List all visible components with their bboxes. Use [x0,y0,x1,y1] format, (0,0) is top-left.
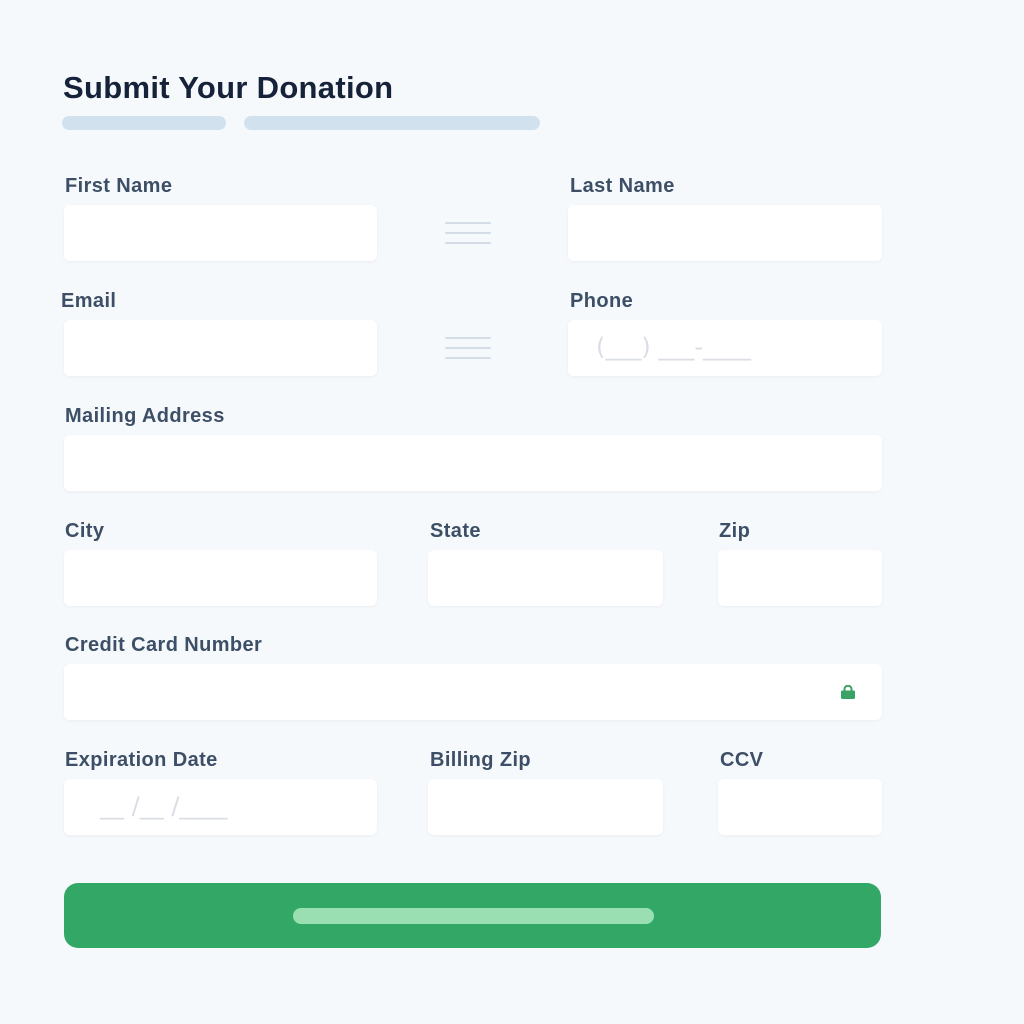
first-name-input[interactable] [64,205,377,261]
separator-lines-icon [445,222,491,244]
separator-lines-icon [445,337,491,359]
credit-card-number-input[interactable] [64,664,882,720]
city-label: City [65,520,105,542]
billing-zip-label: Billing Zip [430,749,532,771]
phone-input[interactable]: (___) ___-____ [568,320,882,376]
button-label-placeholder [293,908,654,924]
mailing-address-input[interactable] [64,435,882,491]
state-input[interactable] [428,550,663,606]
ccv-input[interactable] [718,779,882,835]
phone-label: Phone [570,290,634,312]
ccv-label: CCV [720,749,764,771]
phone-placeholder: (___) ___-____ [596,333,752,361]
expiration-date-input[interactable]: __ /__ /____ [64,779,377,835]
email-input[interactable] [64,320,377,376]
lock-icon [841,685,855,699]
last-name-input[interactable] [568,205,882,261]
billing-zip-input[interactable] [428,779,663,835]
city-input[interactable] [64,550,377,606]
subtitle-placeholder-bar [244,116,540,130]
email-label: Email [61,290,117,312]
mailing-address-label: Mailing Address [65,405,225,427]
zip-label: Zip [719,520,751,542]
page-title: Submit Your Donation [63,70,394,105]
first-name-label: First Name [65,175,173,197]
subtitle-placeholder-bar [62,116,226,130]
credit-card-number-label: Credit Card Number [65,634,263,656]
zip-input[interactable] [718,550,882,606]
expiration-date-placeholder: __ /__ /____ [100,792,228,820]
state-label: State [430,520,481,542]
submit-donation-button[interactable] [64,883,881,948]
last-name-label: Last Name [570,175,675,197]
expiration-date-label: Expiration Date [65,749,218,771]
